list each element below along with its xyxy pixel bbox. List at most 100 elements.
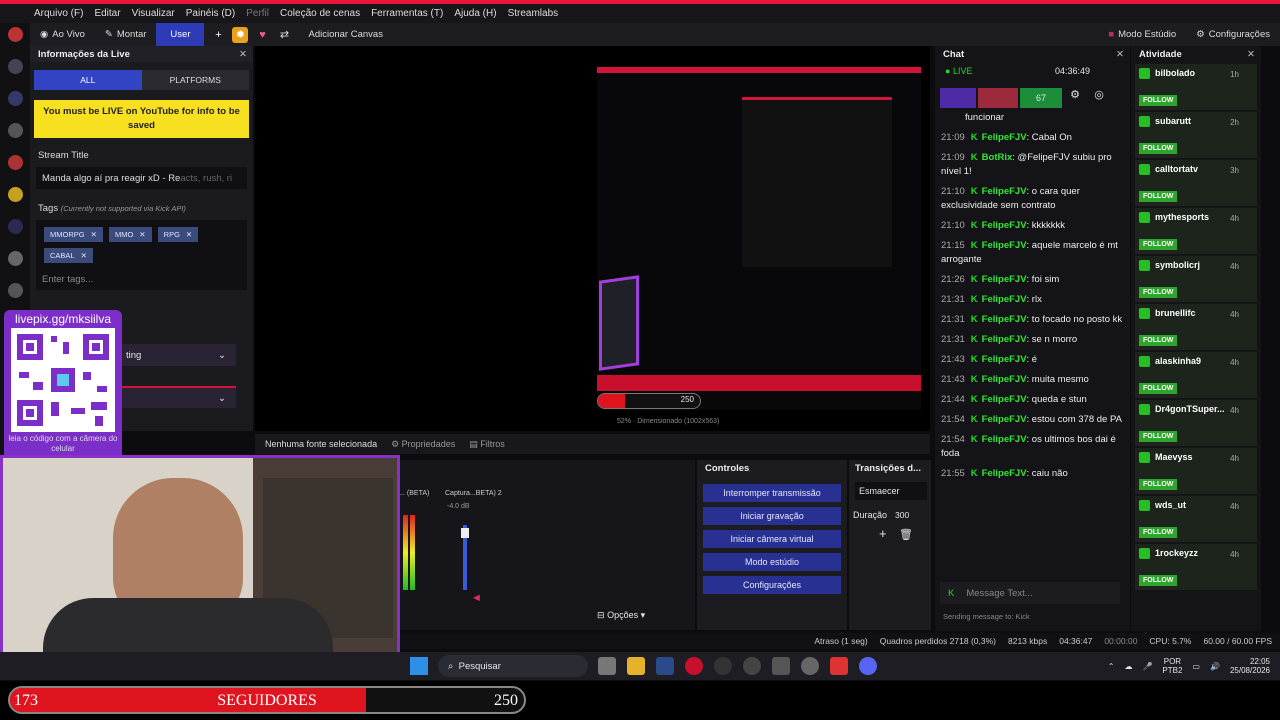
heart-icon[interactable]: ♥ <box>254 27 270 43</box>
trash-icon[interactable]: 🗑 <box>899 528 913 541</box>
fps: 60.00 / 60.00 FPS <box>1203 636 1272 646</box>
scene-icon[interactable] <box>8 27 23 42</box>
chat-username[interactable]: FelipeFJV <box>982 354 1027 365</box>
volume-icon[interactable]: 🔊 <box>1210 662 1220 671</box>
remove-tag-icon[interactable]: ✕ <box>91 230 97 239</box>
platform-viewer-icon[interactable] <box>978 88 1018 108</box>
category-select[interactable]: ting ⌄ <box>116 344 236 366</box>
chat-username[interactable]: FelipeFJV <box>982 394 1027 405</box>
remove-tag-icon[interactable]: ✕ <box>186 230 192 239</box>
tab-all[interactable]: ALL <box>34 70 142 90</box>
menu-arquivo[interactable]: Arquivo (F) <box>34 8 83 19</box>
virtual-camera-button[interactable]: Iniciar câmera virtual <box>703 530 841 548</box>
chat-username[interactable]: BotRix <box>982 152 1013 163</box>
chat-username[interactable]: FelipeFJV <box>982 374 1027 385</box>
language-indicator[interactable]: POR PTB2 <box>1162 657 1182 675</box>
menu-streamlabs[interactable]: Streamlabs <box>508 8 559 19</box>
gear-icon[interactable]: ⚙ <box>1064 88 1086 108</box>
chat-time: 21:43 <box>941 374 965 385</box>
chat-username[interactable]: FelipeFJV <box>982 468 1027 479</box>
app-icon[interactable] <box>801 657 819 675</box>
chat-username[interactable]: FelipeFJV <box>982 414 1027 425</box>
cloud-icon[interactable]: ☁ <box>1124 662 1132 671</box>
scene-icon[interactable] <box>8 283 23 298</box>
tags-input[interactable]: Enter tags... <box>36 268 247 290</box>
start-recording-button[interactable]: Iniciar gravação <box>703 507 841 525</box>
menu-editar[interactable]: Editar <box>94 8 120 19</box>
scene-icon[interactable] <box>8 123 23 138</box>
task-view-icon[interactable] <box>598 657 616 675</box>
filter-icon: ▤ <box>469 438 478 449</box>
app-icon[interactable] <box>656 657 674 675</box>
tags-label: Tags (Currently not supported via Kick A… <box>30 203 253 214</box>
tray-chevron-icon[interactable]: ⌃ <box>1108 662 1115 671</box>
platform-viewer-icon[interactable] <box>940 88 976 108</box>
scene-icon[interactable] <box>8 155 23 170</box>
menu-ferramentas[interactable]: Ferramentas (T) <box>371 8 443 19</box>
montar-button[interactable]: ✎ Montar <box>95 23 157 46</box>
popout-icon[interactable]: ◎ <box>1088 88 1110 108</box>
chat-username[interactable]: FelipeFJV <box>982 132 1027 143</box>
clock[interactable]: 22:05 25/08/2026 <box>1230 657 1270 675</box>
scene-icon[interactable] <box>8 91 23 106</box>
menu-colecao-cenas[interactable]: Coleção de cenas <box>280 8 360 19</box>
chat-username[interactable]: FelipeFJV <box>982 434 1027 445</box>
remove-tag-icon[interactable]: ✕ <box>81 251 87 260</box>
chat-username[interactable]: FelipeFJV <box>982 186 1027 197</box>
chat-username[interactable]: FelipeFJV <box>982 220 1027 231</box>
volume-slider-handle[interactable] <box>461 528 469 538</box>
app-icon[interactable] <box>830 657 848 675</box>
kick-icon: K <box>970 220 978 231</box>
menu-perfil[interactable]: Perfil <box>246 8 269 19</box>
close-icon[interactable]: ✕ <box>1116 49 1124 60</box>
scene-icon[interactable] <box>8 251 23 266</box>
scene-icon[interactable] <box>8 59 23 74</box>
chrome-icon[interactable] <box>743 657 761 675</box>
mic-icon[interactable]: 🎤 <box>1142 662 1152 671</box>
mute-icon[interactable]: ◄ <box>471 592 482 604</box>
opera-icon[interactable] <box>685 657 703 675</box>
menu-ajuda[interactable]: Ajuda (H) <box>454 8 496 19</box>
add-canvas-button[interactable]: Adicionar Canvas <box>298 23 392 46</box>
chat-username[interactable]: FelipeFJV <box>982 240 1027 251</box>
secondary-select[interactable]: ⌄ <box>116 386 236 408</box>
filters-button[interactable]: ▤ Filtros <box>469 439 505 450</box>
scene-icon[interactable] <box>8 187 23 202</box>
menu-paineis[interactable]: Painéis (D) <box>186 8 235 19</box>
ao-vivo-button[interactable]: ◉ Ao Vivo <box>30 23 95 46</box>
remove-tag-icon[interactable]: ✕ <box>139 230 145 239</box>
add-icon[interactable]: + <box>210 27 226 43</box>
settings-button[interactable]: ⚙ Configurações <box>1186 23 1280 46</box>
transition-select[interactable]: Esmaecer <box>855 482 927 500</box>
app-icon[interactable] <box>772 657 790 675</box>
stream-title-input[interactable]: Manda algo aí pra reagir xD - Re acts, ru… <box>36 167 247 189</box>
chat-username[interactable]: FelipeFJV <box>982 314 1027 325</box>
windows-start-icon[interactable] <box>410 657 428 675</box>
properties-button[interactable]: ⚙ Propriedades <box>391 439 455 450</box>
settings-control[interactable]: Configurações <box>703 576 841 594</box>
obs-icon[interactable] <box>714 657 732 675</box>
close-icon[interactable]: ✕ <box>239 49 247 60</box>
chat-username[interactable]: FelipeFJV <box>982 294 1027 305</box>
add-icon[interactable]: + <box>879 526 887 541</box>
mixer-options[interactable]: ⊟ Opções ▾ <box>597 610 645 621</box>
studio-mode-button[interactable]: ■ Modo Estúdio <box>1098 23 1186 46</box>
network-icon[interactable]: ▭ <box>1192 662 1200 671</box>
chat-title: Chat <box>943 48 965 60</box>
scene-icon[interactable] <box>8 219 23 234</box>
chat-input[interactable]: K Message Text... <box>940 582 1120 604</box>
duration-input[interactable]: 300 <box>895 510 909 520</box>
chat-username[interactable]: FelipeFJV <box>982 334 1027 345</box>
menu-visualizar[interactable]: Visualizar <box>132 8 175 19</box>
gear-badge-icon[interactable]: ✹ <box>232 26 249 43</box>
studio-mode-control[interactable]: Modo estúdio <box>703 553 841 571</box>
close-icon[interactable]: ✕ <box>1247 49 1255 60</box>
chat-username[interactable]: FelipeFJV <box>982 274 1027 285</box>
discord-icon[interactable] <box>859 657 877 675</box>
stop-streaming-button[interactable]: Interromper transmissão <box>703 484 841 502</box>
taskbar-search[interactable]: ⌕ Pesquisar <box>438 655 588 677</box>
tab-platforms[interactable]: PLATFORMS <box>141 70 249 90</box>
file-explorer-icon[interactable] <box>627 657 645 675</box>
shuffle-icon[interactable]: ⇄ <box>276 27 292 43</box>
user-button[interactable]: User <box>156 23 205 46</box>
